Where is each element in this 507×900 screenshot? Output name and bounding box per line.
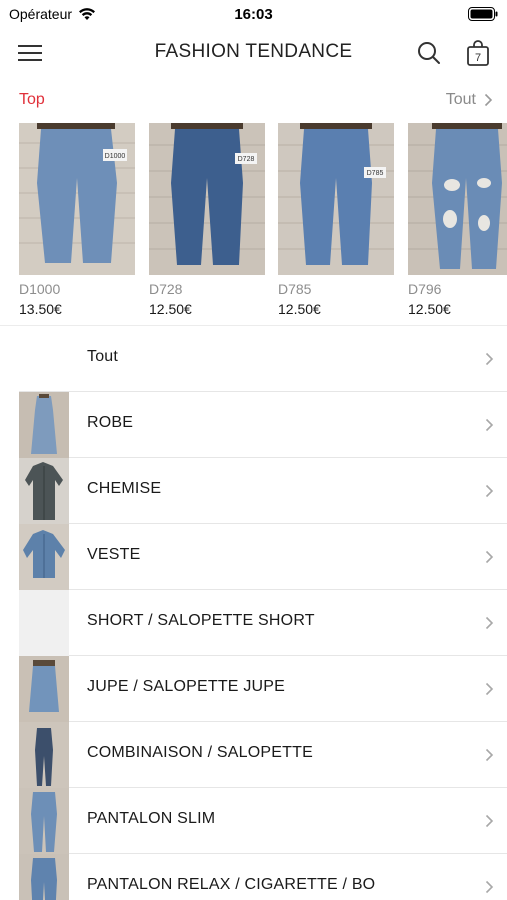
category-label: Tout — [87, 348, 119, 365]
category-item-pantalon-relax[interactable]: PANTALON RELAX / CIGARETTE / BO — [0, 854, 507, 900]
category-label: VESTE — [87, 546, 141, 563]
battery-icon — [468, 7, 498, 21]
category-item-chemise[interactable]: CHEMISE — [0, 458, 507, 524]
category-thumbnail-placeholder — [19, 590, 69, 656]
product-image: D728 — [149, 123, 265, 275]
chevron-right-icon — [485, 484, 494, 498]
jeans-photo — [408, 123, 507, 275]
product-code: D1000 — [19, 281, 61, 297]
chevron-right-icon — [485, 352, 494, 366]
chevron-right-icon — [485, 682, 494, 696]
category-label: JUPE / SALOPETTE JUPE — [87, 678, 286, 695]
chevron-right-icon — [485, 616, 494, 630]
cart-count: 7 — [475, 52, 481, 64]
jeans-photo: D728 — [149, 123, 265, 275]
product-code: D796 — [408, 281, 442, 297]
category-thumbnail — [19, 392, 69, 458]
chevron-right-icon — [485, 814, 494, 828]
category-item-jupe[interactable]: JUPE / SALOPETTE JUPE — [0, 656, 507, 722]
status-time: 16:03 — [234, 6, 273, 23]
category-label: PANTALON SLIM — [87, 810, 216, 827]
product-code: D785 — [278, 281, 312, 297]
product-card[interactable]: D728 D728 12.50€ — [149, 123, 265, 323]
category-label: COMBINAISON / SALOPETTE — [87, 744, 313, 761]
top-products-section: Top Tout D1000 D1000 13.50€ D728 D728 12… — [0, 78, 507, 325]
svg-text:D785: D785 — [367, 170, 384, 177]
svg-text:D1000: D1000 — [105, 153, 126, 160]
category-item-veste[interactable]: VESTE — [0, 524, 507, 590]
nav-bar: FASHION TENDANCE 7 — [0, 28, 507, 78]
search-icon[interactable] — [416, 40, 442, 66]
product-image: D785 — [278, 123, 394, 275]
section-title-top: Top — [19, 91, 45, 108]
product-card[interactable]: D1000 D1000 13.50€ — [19, 123, 135, 323]
category-thumbnail — [19, 854, 69, 900]
category-thumbnail — [19, 524, 69, 590]
category-item-all[interactable]: Tout — [0, 326, 507, 392]
product-price: 13.50€ — [19, 301, 62, 317]
product-code: D728 — [149, 281, 183, 297]
category-thumbnail — [19, 656, 69, 722]
jeans-photo: D1000 — [19, 123, 135, 275]
chevron-right-icon — [485, 748, 494, 762]
category-item-short[interactable]: SHORT / SALOPETTE SHORT — [0, 590, 507, 656]
category-thumbnail — [19, 788, 69, 854]
chevron-right-icon — [485, 880, 494, 894]
product-price: 12.50€ — [408, 301, 451, 317]
jeans-photo: D785 — [278, 123, 394, 275]
category-item-robe[interactable]: ROBE — [0, 392, 507, 458]
product-image: D1000 — [19, 123, 135, 275]
product-image — [408, 123, 507, 275]
category-label: CHEMISE — [87, 480, 162, 497]
top-header: Top Tout — [0, 78, 507, 120]
svg-text:D728: D728 — [238, 156, 255, 163]
product-card[interactable]: D796 12.50€ — [408, 123, 507, 323]
category-label: PANTALON RELAX / CIGARETTE / BO — [87, 876, 376, 893]
see-all-top-link[interactable]: Tout — [446, 91, 493, 109]
chevron-right-icon — [484, 93, 493, 107]
product-price: 12.50€ — [278, 301, 321, 317]
shopping-bag-icon[interactable]: 7 — [465, 39, 491, 67]
chevron-right-icon — [485, 418, 494, 432]
chevron-right-icon — [485, 550, 494, 564]
category-thumbnail — [19, 458, 69, 524]
see-all-label: Tout — [445, 91, 476, 108]
product-card[interactable]: D785 D785 12.50€ — [278, 123, 394, 323]
product-price: 12.50€ — [149, 301, 192, 317]
category-item-combinaison[interactable]: COMBINAISON / SALOPETTE — [0, 722, 507, 788]
category-label: ROBE — [87, 414, 134, 431]
category-item-pantalon-slim[interactable]: PANTALON SLIM — [0, 788, 507, 854]
status-bar: Opérateur 16:03 — [0, 0, 507, 28]
category-label: SHORT / SALOPETTE SHORT — [87, 612, 315, 629]
category-thumbnail — [19, 722, 69, 788]
